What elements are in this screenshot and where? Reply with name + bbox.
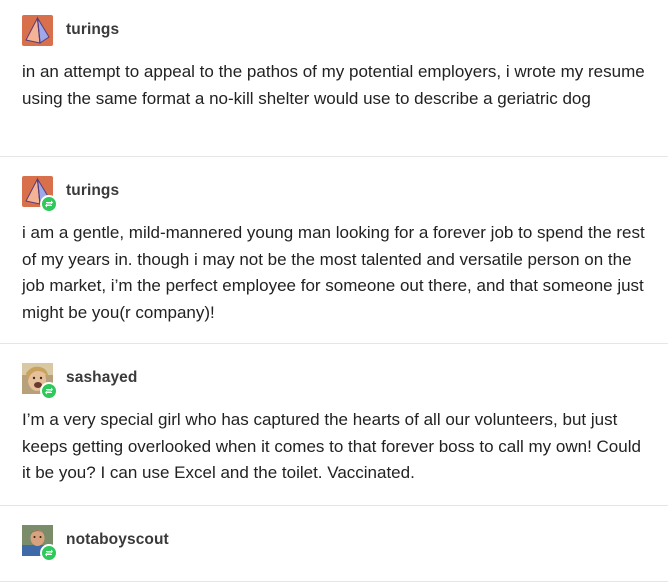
- username[interactable]: sashayed: [66, 369, 137, 387]
- post-header: turings: [0, 15, 668, 46]
- post-body-text: i am a gentle, mild-mannered young man l…: [22, 223, 645, 322]
- reblog-icon: [40, 544, 58, 562]
- post-body-text: in an attempt to appeal to the pathos of…: [22, 62, 645, 108]
- post-3: sashayed I’m a very special girl who has…: [0, 344, 668, 506]
- reblog-icon: [40, 382, 58, 400]
- post-header: turings: [0, 176, 668, 213]
- username[interactable]: turings: [66, 182, 119, 200]
- post-body-text: I’m a very special girl who has captured…: [22, 410, 641, 482]
- pyramid-icon: [22, 15, 53, 46]
- turings-avatar[interactable]: [22, 15, 53, 46]
- username[interactable]: turings: [66, 21, 119, 39]
- post-1: turings in an attempt to appeal to the p…: [0, 0, 668, 157]
- post-header: sashayed: [0, 363, 668, 400]
- post-header: notaboyscout: [0, 525, 668, 562]
- username[interactable]: notaboyscout: [66, 531, 169, 549]
- reblog-icon: [40, 195, 58, 213]
- post-2: turings i am a gentle, mild-mannered you…: [0, 157, 668, 344]
- post-4: notaboyscout: [0, 506, 668, 582]
